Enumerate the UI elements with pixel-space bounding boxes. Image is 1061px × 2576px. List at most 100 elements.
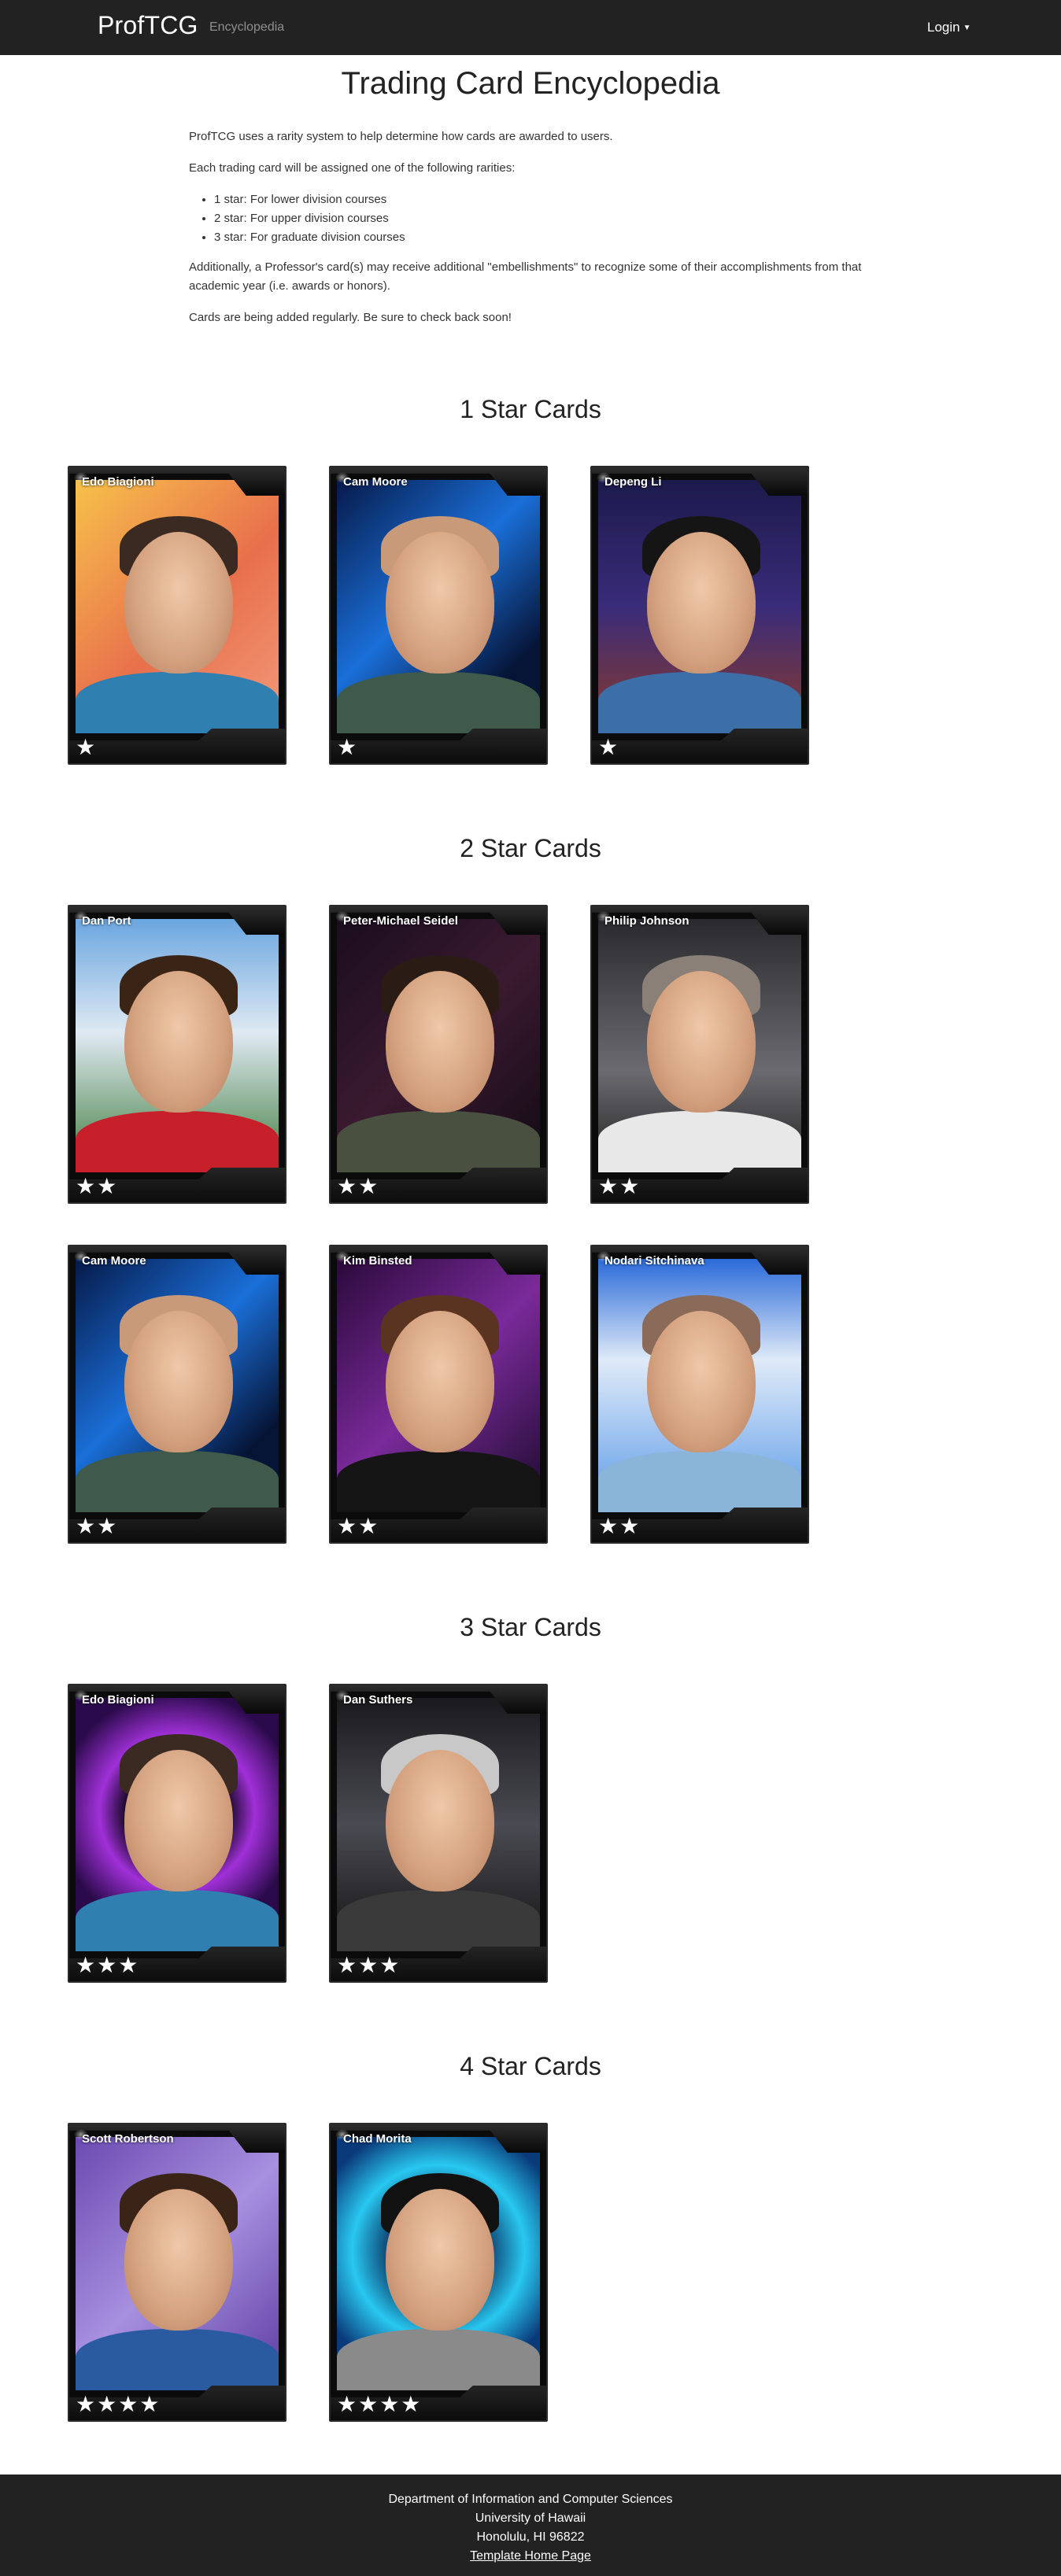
card-portrait <box>337 480 540 733</box>
card-frame-bottom <box>69 729 285 763</box>
section-title-4-star: 4 Star Cards <box>460 2052 601 2080</box>
intro-paragraph: Cards are being added regularly. Be sure… <box>189 311 512 324</box>
card-name: Kim Binsted <box>343 1254 412 1268</box>
rarity-item: 1 star: For lower division courses <box>214 190 882 209</box>
star-rating-icon: ★★ <box>76 1514 119 1538</box>
footer-department: Department of Information and Computer S… <box>388 2493 673 2506</box>
portrait-face <box>386 2189 494 2331</box>
card-portrait <box>598 1259 801 1512</box>
card-portrait <box>76 919 279 1172</box>
portrait-shirt <box>337 2329 540 2390</box>
card-portrait <box>76 480 279 733</box>
portrait-shirt <box>76 2329 279 2390</box>
login-dropdown[interactable]: Login ▼ <box>927 20 971 35</box>
portrait-shirt <box>337 1451 540 1512</box>
intro-text: ProfTCG uses a rarity system to help det… <box>189 127 882 340</box>
trading-card[interactable]: Chad Morita ★★★★ <box>329 2123 548 2422</box>
footer: Department of Information and Computer S… <box>0 2475 1061 2576</box>
portrait-shirt <box>76 1890 279 1951</box>
card-name: Chad Morita <box>343 2132 412 2146</box>
card-portrait <box>76 1259 279 1512</box>
portrait-face <box>386 1750 494 1891</box>
card-name: Dan Port <box>82 914 131 928</box>
card-name: Edo Biagioni <box>82 475 154 489</box>
trading-card[interactable]: Cam Moore ★★ <box>68 1245 287 1544</box>
card-name: Cam Moore <box>343 475 408 489</box>
portrait-face <box>124 532 233 674</box>
star-rating-icon: ★ <box>337 735 359 759</box>
trading-card[interactable]: Scott Robertson ★★★★ <box>68 2123 287 2422</box>
portrait-shirt <box>598 1451 801 1512</box>
section-title-2-star: 2 Star Cards <box>460 834 601 862</box>
card-portrait <box>76 2137 279 2390</box>
star-rating-icon: ★ <box>598 735 620 759</box>
portrait-shirt <box>76 672 279 733</box>
trading-card[interactable]: Cam Moore ★ <box>329 466 548 765</box>
portrait-face <box>386 532 494 674</box>
portrait-shirt <box>337 1890 540 1951</box>
portrait-shirt <box>337 1111 540 1172</box>
portrait-shirt <box>598 672 801 733</box>
star-rating-icon: ★★ <box>598 1514 641 1538</box>
card-name: Cam Moore <box>82 1254 146 1268</box>
trading-card[interactable]: Dan Suthers ★★★ <box>329 1684 548 1983</box>
star-rating-icon: ★★★★ <box>337 2392 423 2416</box>
star-rating-icon: ★★ <box>76 1174 119 1198</box>
rarity-item: 2 star: For upper division courses <box>214 209 882 228</box>
nav-link-encyclopedia[interactable]: Encyclopedia <box>209 20 284 35</box>
card-name: Peter-Michael Seidel <box>343 914 458 928</box>
card-name: Depeng Li <box>604 475 662 489</box>
trading-card[interactable]: Dan Port ★★ <box>68 905 287 1204</box>
page-title: Trading Card Encyclopedia <box>341 66 720 101</box>
portrait-face <box>647 532 756 674</box>
card-portrait <box>598 480 801 733</box>
footer-address: Honolulu, HI 96822 <box>476 2530 585 2544</box>
card-portrait <box>598 919 801 1172</box>
intro-paragraph: Each trading card will be assigned one o… <box>189 161 516 175</box>
portrait-face <box>647 971 756 1113</box>
star-rating-icon: ★ <box>76 735 98 759</box>
portrait-face <box>124 1750 233 1891</box>
section-title-3-star: 3 Star Cards <box>460 1613 601 1641</box>
login-label: Login <box>927 20 960 35</box>
trading-card[interactable]: Kim Binsted ★★ <box>329 1245 548 1544</box>
star-rating-icon: ★★ <box>337 1174 380 1198</box>
portrait-shirt <box>598 1111 801 1172</box>
card-name: Scott Robertson <box>82 2132 174 2146</box>
portrait-face <box>124 971 233 1113</box>
star-rating-icon: ★★★ <box>337 1953 401 1977</box>
trading-card[interactable]: Peter-Michael Seidel ★★ <box>329 905 548 1204</box>
trading-card[interactable]: Edo Biagioni ★★★ <box>68 1684 287 1983</box>
star-rating-icon: ★★★ <box>76 1953 140 1977</box>
star-rating-icon: ★★ <box>598 1174 641 1198</box>
trading-card[interactable]: Philip Johnson ★★ <box>590 905 809 1204</box>
rarity-item: 3 star: For graduate division courses <box>214 228 882 247</box>
brand-link[interactable]: ProfTCG <box>98 11 198 40</box>
portrait-face <box>386 971 494 1113</box>
star-rating-icon: ★★ <box>337 1514 380 1538</box>
caret-down-icon: ▼ <box>963 24 971 32</box>
intro-paragraph: ProfTCG uses a rarity system to help det… <box>189 130 613 143</box>
card-portrait <box>76 1698 279 1951</box>
card-name: Edo Biagioni <box>82 1693 154 1707</box>
footer-university: University of Hawaii <box>475 2511 586 2525</box>
card-portrait <box>337 1259 540 1512</box>
card-portrait <box>337 919 540 1172</box>
trading-card[interactable]: Edo Biagioni ★ <box>68 466 287 765</box>
portrait-face <box>386 1311 494 1452</box>
portrait-shirt <box>76 1451 279 1512</box>
card-portrait <box>337 1698 540 1951</box>
section-title-1-star: 1 Star Cards <box>460 395 601 423</box>
trading-card[interactable]: Depeng Li ★ <box>590 466 809 765</box>
top-navbar: ProfTCG Encyclopedia Login ▼ <box>0 0 1061 55</box>
star-rating-icon: ★★★★ <box>76 2392 161 2416</box>
card-name: Nodari Sitchinava <box>604 1254 704 1268</box>
footer-template-link[interactable]: Template Home Page <box>470 2549 591 2563</box>
trading-card[interactable]: Nodari Sitchinava ★★ <box>590 1245 809 1544</box>
portrait-face <box>124 2189 233 2331</box>
intro-paragraph: Additionally, a Professor's card(s) may … <box>189 260 862 293</box>
card-name: Philip Johnson <box>604 914 689 928</box>
portrait-face <box>647 1311 756 1452</box>
card-frame-bottom <box>331 729 546 763</box>
card-name: Dan Suthers <box>343 1693 413 1707</box>
